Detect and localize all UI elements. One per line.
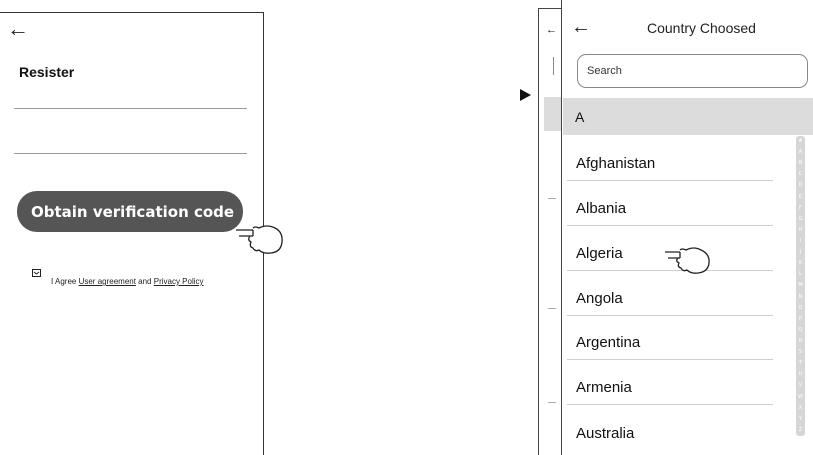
- partial-row-line: [548, 402, 556, 403]
- page-title: Country Choosed: [647, 20, 756, 36]
- index-letter[interactable]: #: [798, 139, 802, 144]
- list-item[interactable]: Angola: [567, 272, 773, 316]
- index-letter[interactable]: O: [799, 305, 803, 311]
- index-letter[interactable]: J: [800, 250, 801, 255]
- index-letter[interactable]: L: [799, 272, 802, 277]
- section-header-a: A: [563, 98, 813, 135]
- agreement-text: I Agree User agreement and Privacy Polic…: [51, 277, 204, 286]
- index-letter[interactable]: Q: [799, 327, 803, 333]
- index-letter[interactable]: E: [799, 194, 802, 200]
- index-letter[interactable]: F: [799, 205, 802, 211]
- pointing-hand-icon: [665, 247, 710, 274]
- list-item[interactable]: Argentina: [567, 316, 773, 360]
- index-letter[interactable]: K: [799, 261, 802, 266]
- obtain-verification-code-button[interactable]: Obtain verification code: [17, 191, 243, 232]
- index-letter[interactable]: A: [799, 150, 802, 155]
- index-letter[interactable]: Y: [799, 416, 802, 422]
- index-letter[interactable]: U: [799, 372, 803, 377]
- index-letter[interactable]: P: [799, 316, 802, 322]
- partial-row-line: [548, 198, 556, 199]
- partial-back-arrow-icon: ←: [546, 24, 557, 36]
- index-letter[interactable]: W: [798, 394, 803, 400]
- index-letter[interactable]: N: [799, 294, 803, 300]
- agree-prefix: I Agree: [51, 277, 79, 286]
- partial-row-highlight: [544, 97, 561, 131]
- and-text: and: [135, 277, 154, 286]
- list-item[interactable]: Australia: [567, 406, 773, 450]
- play-arrow-icon: [520, 89, 531, 101]
- list-item[interactable]: Afghanistan: [567, 137, 773, 181]
- privacy-policy-link[interactable]: Privacy Policy: [154, 277, 204, 286]
- search-input[interactable]: Search: [577, 54, 808, 88]
- alphabet-index-bar[interactable]: # A B C D E F G H I J K L M N O P Q R S T U V W X Y Z: [796, 136, 805, 436]
- index-letter[interactable]: M: [798, 283, 802, 288]
- page-title: Resister: [19, 64, 75, 80]
- user-agreement-link[interactable]: User agreement: [79, 277, 136, 286]
- index-letter[interactable]: C: [799, 172, 803, 177]
- index-letter[interactable]: D: [799, 183, 803, 188]
- index-letter[interactable]: R: [799, 338, 802, 344]
- partial-field: [553, 57, 554, 75]
- index-letter[interactable]: V: [799, 383, 802, 388]
- index-letter[interactable]: G: [799, 216, 803, 222]
- index-letter[interactable]: T: [799, 361, 802, 366]
- input-line-2[interactable]: [14, 153, 247, 154]
- index-letter[interactable]: B: [799, 161, 802, 166]
- partial-row-line: [548, 308, 556, 309]
- checkbox-icon[interactable]: [32, 269, 41, 277]
- back-arrow-icon[interactable]: ←: [7, 18, 29, 40]
- back-arrow-icon[interactable]: ←: [571, 17, 591, 37]
- index-letter[interactable]: Z: [799, 427, 802, 433]
- list-item[interactable]: Albania: [567, 182, 773, 226]
- pointing-hand-icon: [236, 225, 283, 254]
- index-letter[interactable]: I: [800, 238, 801, 244]
- input-line-1[interactable]: [14, 108, 247, 109]
- index-letter[interactable]: X: [799, 405, 802, 411]
- index-letter[interactable]: S: [799, 350, 802, 355]
- list-item[interactable]: Armenia: [567, 361, 773, 405]
- index-letter[interactable]: H: [799, 227, 803, 233]
